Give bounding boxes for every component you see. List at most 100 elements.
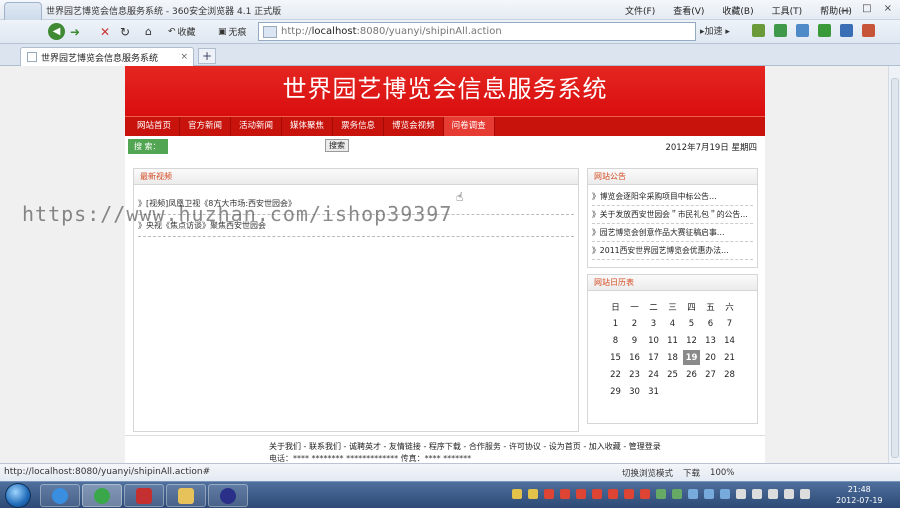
- nav-survey[interactable]: 问卷调查: [443, 117, 495, 136]
- tray-icon[interactable]: [624, 489, 634, 499]
- calendar-day-today[interactable]: 19: [683, 350, 700, 365]
- scrollbar-thumb[interactable]: [891, 78, 899, 458]
- calendar-day[interactable]: 9: [626, 333, 643, 348]
- calendar-day[interactable]: 18: [664, 350, 681, 365]
- menu-view[interactable]: 查看(V): [673, 4, 704, 17]
- calendar-day[interactable]: 23: [626, 367, 643, 382]
- calendar-day[interactable]: 4: [664, 316, 681, 331]
- minimize-button[interactable]: 一: [840, 3, 850, 18]
- calendar-day[interactable]: 28: [721, 367, 738, 382]
- calendar-day[interactable]: 20: [702, 350, 719, 365]
- tab-active[interactable]: 世界园艺博览会信息服务系统 ×: [20, 47, 194, 66]
- calendar-day[interactable]: 8: [607, 333, 624, 348]
- tab-close-icon[interactable]: ×: [180, 52, 188, 62]
- nav-expo-video[interactable]: 博览会视频: [384, 117, 444, 136]
- footer-links[interactable]: 关于我们 - 联系我们 - 诚聘英才 - 友情链接 - 程序下载 - 合作服务 …: [269, 441, 661, 452]
- home-button[interactable]: ⌂: [145, 23, 152, 40]
- download-button[interactable]: 下载: [683, 467, 700, 479]
- zoom-level[interactable]: 100%: [710, 468, 734, 478]
- menu-file[interactable]: 文件(F): [625, 4, 655, 17]
- menu-favorites[interactable]: 收藏(B): [722, 4, 753, 17]
- private-mode-button[interactable]: ▣ 无痕: [218, 23, 247, 40]
- tray-icon[interactable]: [592, 489, 602, 499]
- vertical-scrollbar[interactable]: [888, 66, 900, 463]
- tray-icon[interactable]: [688, 489, 698, 499]
- volume-icon[interactable]: [800, 489, 810, 499]
- calendar-day[interactable]: 14: [721, 333, 738, 348]
- calendar-day[interactable]: 21: [721, 350, 738, 365]
- browse-mode-toggle[interactable]: 切换浏览模式: [622, 467, 673, 479]
- favorites-button[interactable]: ↶ 收藏: [168, 23, 196, 40]
- tray-icon[interactable]: [704, 489, 714, 499]
- menu-tools[interactable]: 工具(T): [772, 4, 803, 17]
- nav-official-news[interactable]: 官方新闻: [180, 117, 232, 136]
- list-item[interactable]: 》2011西安世界园艺博览会优惠办法…: [592, 242, 753, 260]
- list-item[interactable]: 》关于发放西安世园会＂市民礼包＂的公告…: [592, 206, 753, 224]
- list-item[interactable]: 》博览会逐阳伞采购项目中标公告…: [592, 188, 753, 206]
- back-button[interactable]: ◀: [48, 23, 65, 40]
- extension-app-icon[interactable]: [862, 24, 875, 37]
- calendar-day[interactable]: 13: [702, 333, 719, 348]
- tray-icon[interactable]: [544, 489, 554, 499]
- calendar-day[interactable]: 1: [607, 316, 624, 331]
- tray-icon[interactable]: [720, 489, 730, 499]
- tray-icon[interactable]: [640, 489, 650, 499]
- calendar-day[interactable]: 10: [645, 333, 662, 348]
- tray-icon[interactable]: [784, 489, 794, 499]
- close-window-button[interactable]: ×: [884, 3, 892, 18]
- calendar-day[interactable]: 12: [683, 333, 700, 348]
- new-tab-button[interactable]: +: [198, 48, 216, 64]
- calendar-day[interactable]: 6: [702, 316, 719, 331]
- nav-media-focus[interactable]: 媒体聚焦: [282, 117, 334, 136]
- calendar-day[interactable]: 30: [626, 384, 643, 399]
- tray-icon[interactable]: [736, 489, 746, 499]
- taskbar-ie[interactable]: [40, 484, 80, 507]
- search-button[interactable]: 搜索: [325, 139, 349, 152]
- calendar-day[interactable]: 25: [664, 367, 681, 382]
- refresh-button[interactable]: ↻: [120, 23, 130, 40]
- calendar-day[interactable]: 11: [664, 333, 681, 348]
- calendar-day[interactable]: 26: [683, 367, 700, 382]
- taskbar-clock[interactable]: 21:48 2012-07-19: [836, 484, 883, 506]
- calendar-day[interactable]: 15: [607, 350, 624, 365]
- calendar-day[interactable]: 29: [607, 384, 624, 399]
- calendar-day[interactable]: 22: [607, 367, 624, 382]
- tray-icon[interactable]: [608, 489, 618, 499]
- calendar-day[interactable]: 27: [702, 367, 719, 382]
- calendar-day[interactable]: 31: [645, 384, 662, 399]
- tray-icon[interactable]: [768, 489, 778, 499]
- tray-icon[interactable]: [528, 489, 538, 499]
- calendar-day[interactable]: 5: [683, 316, 700, 331]
- list-item[interactable]: 》央视《焦点访谈》聚焦西安世园会: [138, 217, 574, 237]
- start-button-icon[interactable]: [5, 483, 31, 508]
- stop-button[interactable]: ✕: [100, 23, 110, 40]
- maximize-button[interactable]: □: [862, 3, 871, 18]
- calendar-day[interactable]: 16: [626, 350, 643, 365]
- calendar-day[interactable]: 7: [721, 316, 738, 331]
- nav-event-news[interactable]: 活动新闻: [231, 117, 283, 136]
- forward-button[interactable]: ➜: [70, 23, 80, 40]
- tray-icon[interactable]: [576, 489, 586, 499]
- tray-icon[interactable]: [656, 489, 666, 499]
- extension-mail-icon[interactable]: [796, 24, 809, 37]
- calendar-day[interactable]: 24: [645, 367, 662, 382]
- list-item[interactable]: 》园艺博览会创意作品大赛征稿启事…: [592, 224, 753, 242]
- nav-home[interactable]: 网站首页: [129, 117, 181, 136]
- tray-icon[interactable]: [752, 489, 762, 499]
- nav-ticket-info[interactable]: 票务信息: [333, 117, 385, 136]
- accelerate-button[interactable]: ▸加速 ▸: [700, 24, 730, 37]
- list-item[interactable]: 》[视频]凤凰卫视《8方大市场:西安世园会》: [138, 195, 574, 215]
- tray-icon[interactable]: [512, 489, 522, 499]
- tray-icon[interactable]: [560, 489, 570, 499]
- extension-shield-icon[interactable]: [818, 24, 831, 37]
- calendar-day[interactable]: 2: [626, 316, 643, 331]
- calendar-day[interactable]: 3: [645, 316, 662, 331]
- extension-window-icon[interactable]: [840, 24, 853, 37]
- taskbar-app[interactable]: [124, 484, 164, 507]
- extension-doc-icon[interactable]: [774, 24, 787, 37]
- calendar-day[interactable]: 17: [645, 350, 662, 365]
- taskbar-explorer[interactable]: [166, 484, 206, 507]
- taskbar-eclipse[interactable]: [208, 484, 248, 507]
- tray-icon[interactable]: [672, 489, 682, 499]
- address-bar[interactable]: http://localhost:8080/yuanyi/shipinAll.a…: [258, 22, 696, 41]
